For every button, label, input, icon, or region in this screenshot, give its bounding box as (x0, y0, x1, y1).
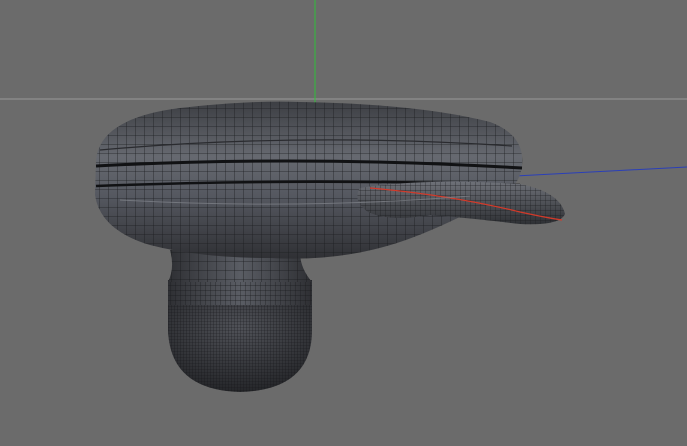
ear-tip-mesh[interactable] (168, 280, 312, 392)
main-body-mesh[interactable] (95, 101, 523, 259)
viewport-canvas[interactable] (0, 0, 687, 446)
3d-viewport[interactable] (0, 0, 687, 446)
